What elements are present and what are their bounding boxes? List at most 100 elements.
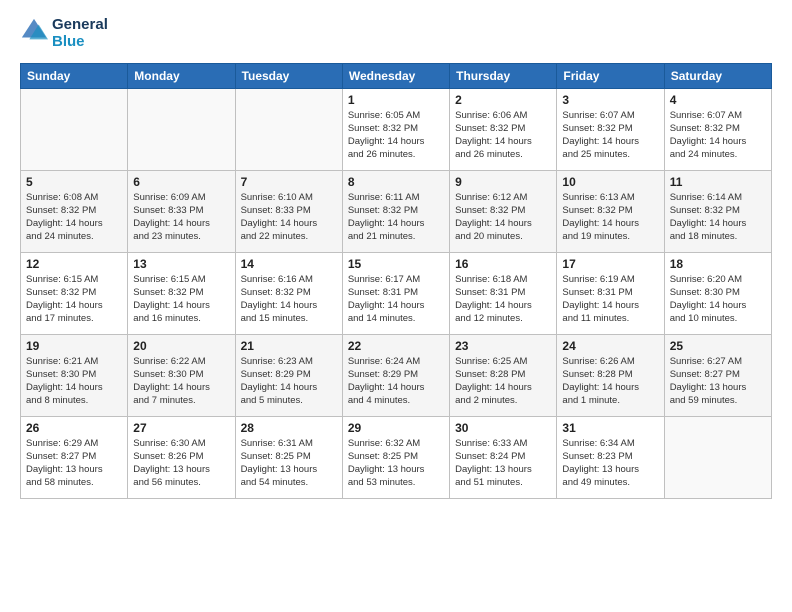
day-number: 3: [562, 93, 658, 107]
calendar-cell: 6 Sunrise: 6:09 AM Sunset: 8:33 PM Daylig…: [128, 170, 235, 252]
calendar-cell: 5 Sunrise: 6:08 AM Sunset: 8:32 PM Daylig…: [21, 170, 128, 252]
calendar-cell: 29Sunrise: 6:32 AM Sunset: 8:25 PM Dayli…: [342, 416, 449, 498]
day-info: Sunrise: 6:26 AM Sunset: 8:28 PM Dayligh…: [562, 355, 658, 408]
calendar-cell: 25Sunrise: 6:27 AM Sunset: 8:27 PM Dayli…: [664, 334, 771, 416]
day-number: 6: [133, 175, 229, 189]
day-info: Sunrise: 6:05 AM Sunset: 8:32 PM Dayligh…: [348, 109, 444, 162]
calendar-cell: 20 Sunrise: 6:22 AM Sunset: 8:30 PM Dayli…: [128, 334, 235, 416]
calendar-cell: [664, 416, 771, 498]
day-info: Sunrise: 6:10 AM Sunset: 8:33 PM Dayligh…: [241, 191, 337, 244]
day-number: 18: [670, 257, 766, 271]
weekday-header-monday: Monday: [128, 63, 235, 88]
logo-text: General Blue: [52, 16, 108, 51]
day-info: Sunrise: 6:19 AM Sunset: 8:31 PM Dayligh…: [562, 273, 658, 326]
weekday-header-friday: Friday: [557, 63, 664, 88]
week-row-1: 1 Sunrise: 6:05 AM Sunset: 8:32 PM Daylig…: [21, 88, 772, 170]
day-number: 28: [241, 421, 337, 435]
day-info: Sunrise: 6:07 AM Sunset: 8:32 PM Dayligh…: [562, 109, 658, 162]
day-info: Sunrise: 6:08 AM Sunset: 8:32 PM Dayligh…: [26, 191, 122, 244]
day-number: 14: [241, 257, 337, 271]
day-number: 25: [670, 339, 766, 353]
calendar-cell: [21, 88, 128, 170]
logo-icon: [20, 17, 48, 45]
day-info: Sunrise: 6:13 AM Sunset: 8:32 PM Dayligh…: [562, 191, 658, 244]
day-info: Sunrise: 6:16 AM Sunset: 8:32 PM Dayligh…: [241, 273, 337, 326]
calendar-cell: 4Sunrise: 6:07 AM Sunset: 8:32 PM Daylig…: [664, 88, 771, 170]
day-number: 22: [348, 339, 444, 353]
day-info: Sunrise: 6:20 AM Sunset: 8:30 PM Dayligh…: [670, 273, 766, 326]
calendar-cell: 15Sunrise: 6:17 AM Sunset: 8:31 PM Dayli…: [342, 252, 449, 334]
day-number: 23: [455, 339, 551, 353]
calendar-cell: [235, 88, 342, 170]
calendar-cell: 13 Sunrise: 6:15 AM Sunset: 8:32 PM Dayli…: [128, 252, 235, 334]
calendar-cell: 28Sunrise: 6:31 AM Sunset: 8:25 PM Dayli…: [235, 416, 342, 498]
day-info: Sunrise: 6:09 AM Sunset: 8:33 PM Dayligh…: [133, 191, 229, 244]
day-number: 15: [348, 257, 444, 271]
calendar-cell: 19 Sunrise: 6:21 AM Sunset: 8:30 PM Dayli…: [21, 334, 128, 416]
day-number: 1: [348, 93, 444, 107]
day-info: Sunrise: 6:34 AM Sunset: 8:23 PM Dayligh…: [562, 437, 658, 490]
day-info: Sunrise: 6:22 AM Sunset: 8:30 PM Dayligh…: [133, 355, 229, 408]
calendar-cell: 2 Sunrise: 6:06 AM Sunset: 8:32 PM Daylig…: [450, 88, 557, 170]
calendar-cell: 9Sunrise: 6:12 AM Sunset: 8:32 PM Daylig…: [450, 170, 557, 252]
calendar-cell: 10 Sunrise: 6:13 AM Sunset: 8:32 PM Dayli…: [557, 170, 664, 252]
week-row-3: 12 Sunrise: 6:15 AM Sunset: 8:32 PM Dayli…: [21, 252, 772, 334]
day-info: Sunrise: 6:29 AM Sunset: 8:27 PM Dayligh…: [26, 437, 122, 490]
weekday-header-thursday: Thursday: [450, 63, 557, 88]
day-number: 31: [562, 421, 658, 435]
day-info: Sunrise: 6:12 AM Sunset: 8:32 PM Dayligh…: [455, 191, 551, 244]
day-number: 20: [133, 339, 229, 353]
page: General Blue SundayMondayTuesdayWednesda…: [0, 0, 792, 612]
day-number: 29: [348, 421, 444, 435]
day-info: Sunrise: 6:30 AM Sunset: 8:26 PM Dayligh…: [133, 437, 229, 490]
day-number: 5: [26, 175, 122, 189]
day-number: 12: [26, 257, 122, 271]
day-number: 27: [133, 421, 229, 435]
day-number: 17: [562, 257, 658, 271]
calendar-cell: 17 Sunrise: 6:19 AM Sunset: 8:31 PM Dayli…: [557, 252, 664, 334]
day-number: 19: [26, 339, 122, 353]
day-info: Sunrise: 6:18 AM Sunset: 8:31 PM Dayligh…: [455, 273, 551, 326]
day-number: 7: [241, 175, 337, 189]
calendar-cell: 8 Sunrise: 6:11 AM Sunset: 8:32 PM Daylig…: [342, 170, 449, 252]
calendar-cell: [128, 88, 235, 170]
day-info: Sunrise: 6:14 AM Sunset: 8:32 PM Dayligh…: [670, 191, 766, 244]
weekday-header-row: SundayMondayTuesdayWednesdayThursdayFrid…: [21, 63, 772, 88]
day-info: Sunrise: 6:06 AM Sunset: 8:32 PM Dayligh…: [455, 109, 551, 162]
calendar-cell: 24 Sunrise: 6:26 AM Sunset: 8:28 PM Dayli…: [557, 334, 664, 416]
calendar-cell: 14 Sunrise: 6:16 AM Sunset: 8:32 PM Dayli…: [235, 252, 342, 334]
day-info: Sunrise: 6:07 AM Sunset: 8:32 PM Dayligh…: [670, 109, 766, 162]
calendar-cell: 11Sunrise: 6:14 AM Sunset: 8:32 PM Dayli…: [664, 170, 771, 252]
day-number: 10: [562, 175, 658, 189]
calendar-cell: 22 Sunrise: 6:24 AM Sunset: 8:29 PM Dayli…: [342, 334, 449, 416]
day-info: Sunrise: 6:23 AM Sunset: 8:29 PM Dayligh…: [241, 355, 337, 408]
week-row-5: 26 Sunrise: 6:29 AM Sunset: 8:27 PM Dayli…: [21, 416, 772, 498]
day-number: 24: [562, 339, 658, 353]
week-row-2: 5 Sunrise: 6:08 AM Sunset: 8:32 PM Daylig…: [21, 170, 772, 252]
day-number: 2: [455, 93, 551, 107]
day-number: 16: [455, 257, 551, 271]
weekday-header-sunday: Sunday: [21, 63, 128, 88]
calendar-cell: 16 Sunrise: 6:18 AM Sunset: 8:31 PM Dayli…: [450, 252, 557, 334]
weekday-header-saturday: Saturday: [664, 63, 771, 88]
day-info: Sunrise: 6:15 AM Sunset: 8:32 PM Dayligh…: [133, 273, 229, 326]
day-number: 13: [133, 257, 229, 271]
day-info: Sunrise: 6:25 AM Sunset: 8:28 PM Dayligh…: [455, 355, 551, 408]
calendar-cell: 26 Sunrise: 6:29 AM Sunset: 8:27 PM Dayli…: [21, 416, 128, 498]
day-info: Sunrise: 6:15 AM Sunset: 8:32 PM Dayligh…: [26, 273, 122, 326]
logo: General Blue: [20, 16, 108, 51]
day-number: 21: [241, 339, 337, 353]
calendar-cell: 3 Sunrise: 6:07 AM Sunset: 8:32 PM Daylig…: [557, 88, 664, 170]
day-info: Sunrise: 6:33 AM Sunset: 8:24 PM Dayligh…: [455, 437, 551, 490]
header: General Blue: [20, 16, 772, 51]
calendar-cell: 1 Sunrise: 6:05 AM Sunset: 8:32 PM Daylig…: [342, 88, 449, 170]
week-row-4: 19 Sunrise: 6:21 AM Sunset: 8:30 PM Dayli…: [21, 334, 772, 416]
day-info: Sunrise: 6:24 AM Sunset: 8:29 PM Dayligh…: [348, 355, 444, 408]
day-number: 8: [348, 175, 444, 189]
day-info: Sunrise: 6:21 AM Sunset: 8:30 PM Dayligh…: [26, 355, 122, 408]
calendar-table: SundayMondayTuesdayWednesdayThursdayFrid…: [20, 63, 772, 499]
day-info: Sunrise: 6:11 AM Sunset: 8:32 PM Dayligh…: [348, 191, 444, 244]
calendar-cell: 12 Sunrise: 6:15 AM Sunset: 8:32 PM Dayli…: [21, 252, 128, 334]
calendar-cell: 31 Sunrise: 6:34 AM Sunset: 8:23 PM Dayli…: [557, 416, 664, 498]
day-number: 26: [26, 421, 122, 435]
